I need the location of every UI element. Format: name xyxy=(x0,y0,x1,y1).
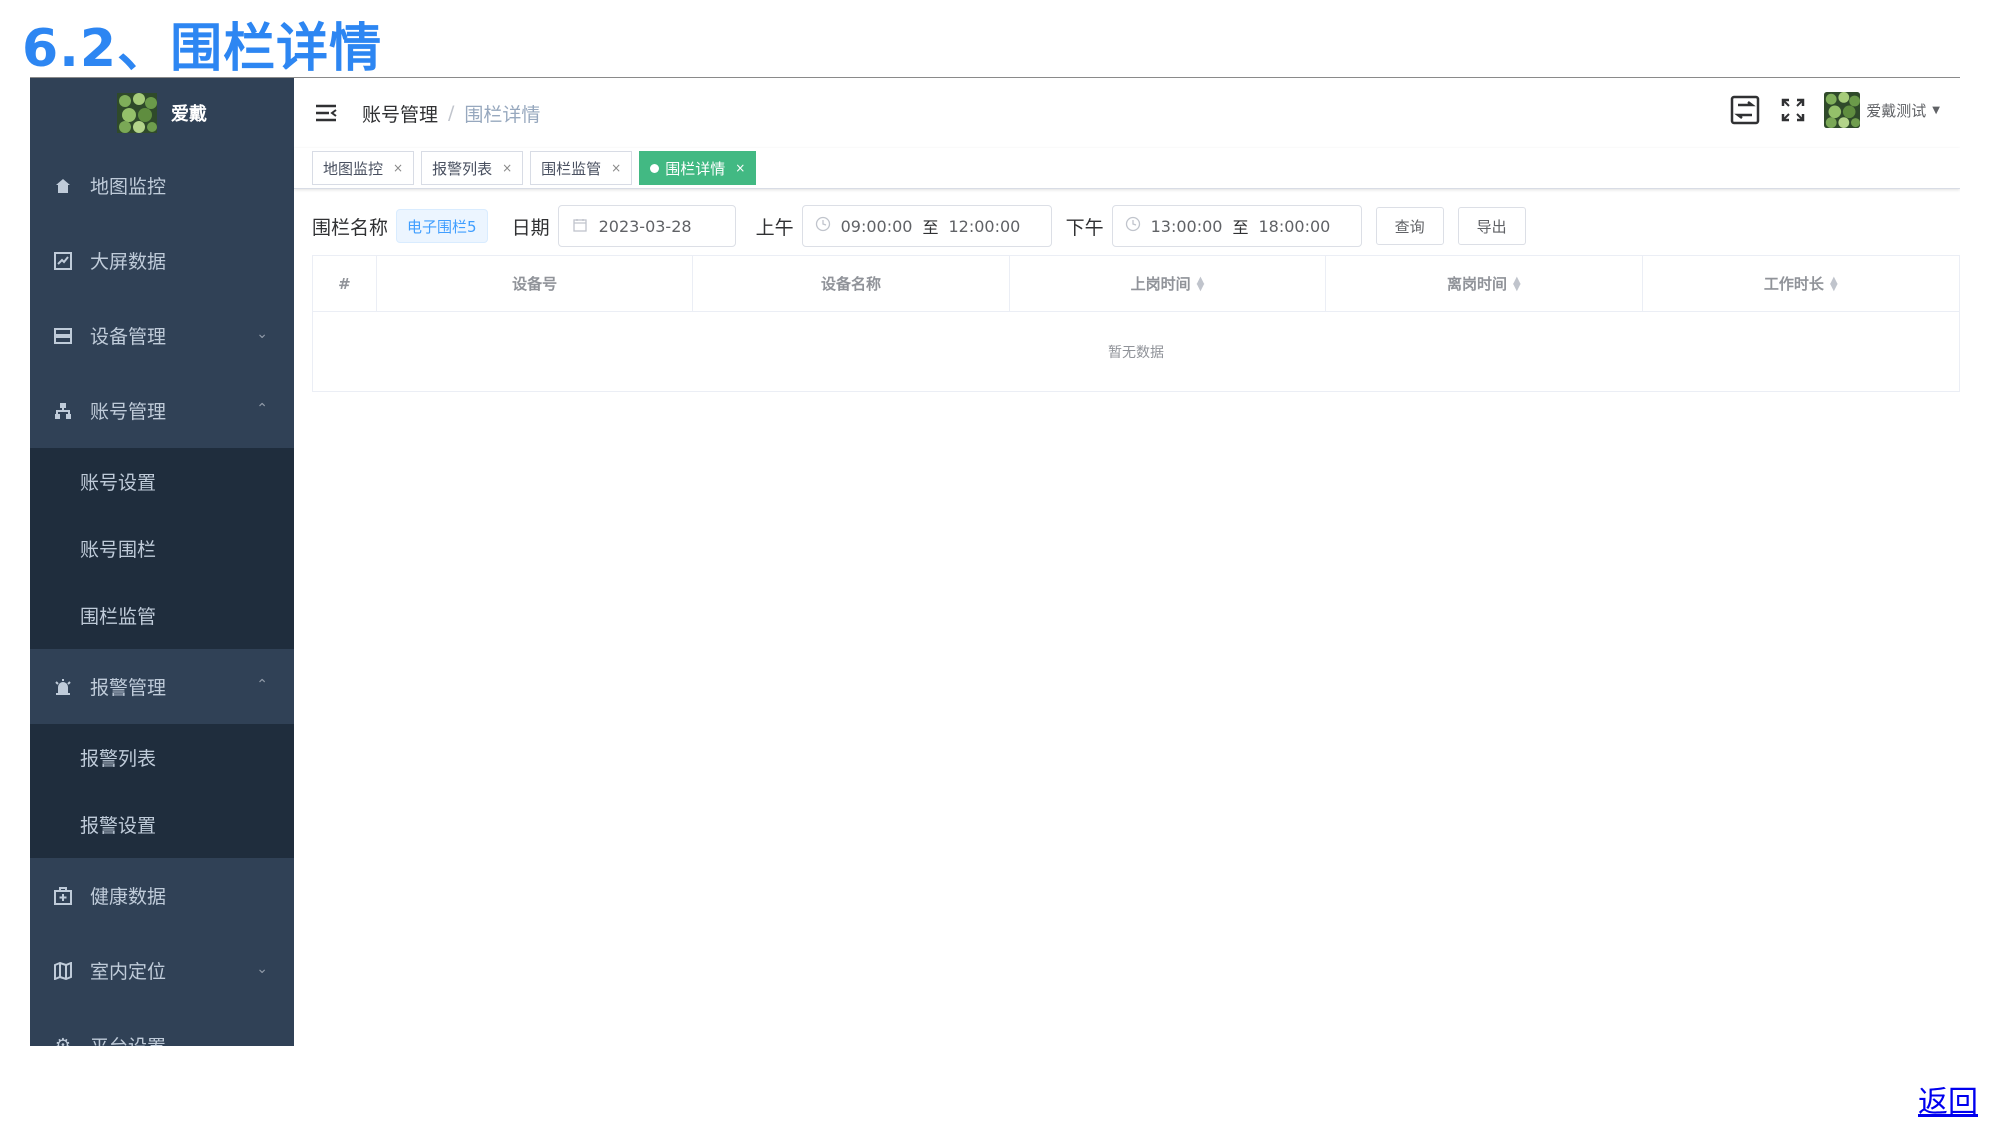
sidebar-item-label: 地图监控 xyxy=(90,176,167,198)
close-icon[interactable]: × xyxy=(502,161,512,175)
date-value: 2023-03-28 xyxy=(598,216,692,236)
fullscreen-icon[interactable] xyxy=(1776,93,1810,127)
map-icon xyxy=(52,960,74,982)
hamburger-icon[interactable] xyxy=(312,99,340,127)
avatar[interactable] xyxy=(1824,92,1861,128)
sidebar-item-label: 室内定位 xyxy=(90,961,167,983)
sidebar-item-alarm-settings[interactable]: 报警设置 xyxy=(30,791,294,858)
tree-icon xyxy=(52,400,74,422)
sidebar-item-dashboard[interactable]: 大屏数据 xyxy=(30,223,294,298)
table-header: # 设备号 设备名称 上岗时间 ▲ ▼ 离岗时间 ▲ ▼ 工作时长 ▲ ▼ xyxy=(313,256,1959,312)
fence-name-tag: 电子围栏5 xyxy=(396,209,488,243)
user-name[interactable]: 爱戴测试 xyxy=(1866,100,1926,121)
range-separator: 至 xyxy=(1232,218,1249,237)
chevron-up-icon: ⌃ xyxy=(256,677,268,693)
sort-icon[interactable]: ▲ ▼ xyxy=(1197,275,1205,292)
sidebar-item-alarm-list[interactable]: 报警列表 xyxy=(30,724,294,791)
tag-fence-supervision[interactable]: 围栏监管 × xyxy=(530,151,633,185)
sidebar-item-account-settings[interactable]: 账号设置 xyxy=(30,448,294,515)
sidebar-item-indoor-location[interactable]: 室内定位 ⌄ xyxy=(30,933,294,1008)
sidebar-item-fence-supervision[interactable]: 围栏监管 xyxy=(30,582,294,649)
home-icon xyxy=(52,175,74,197)
close-icon[interactable]: × xyxy=(735,161,745,175)
layout-switch-icon[interactable] xyxy=(1728,93,1762,127)
sidebar-item-label: 设备管理 xyxy=(90,326,167,348)
sidebar-item-label: 健康数据 xyxy=(90,886,167,908)
tag-fence-detail[interactable]: 围栏详情 × xyxy=(639,151,757,185)
logo-image-icon xyxy=(117,93,157,133)
column-header-device-name: 设备名称 xyxy=(693,256,1010,311)
navbar-right-menu: 爱戴测试 ▼ xyxy=(1714,92,1940,128)
column-header-device-id: 设备号 xyxy=(377,256,694,311)
pm-label: 下午 xyxy=(1065,216,1104,239)
filter-form: 围栏名称 电子围栏5 日期 2023-03-28 上午 09:00:00 至 1… xyxy=(294,196,1960,256)
am-time-range-picker[interactable]: 09:00:00 至 12:00:00 xyxy=(801,205,1052,247)
tag-alarm-list[interactable]: 报警列表 × xyxy=(421,151,524,185)
sidebar-item-device-mgmt[interactable]: 设备管理 ⌄ xyxy=(30,298,294,373)
breadcrumb: 账号管理 / 围栏详情 xyxy=(362,100,540,127)
chevron-up-icon: ⌃ xyxy=(256,401,268,417)
fence-name-label: 围栏名称 xyxy=(312,216,389,239)
pm-end-time: 18:00:00 xyxy=(1258,216,1331,236)
document-title: 6.2、围栏详情 xyxy=(22,19,383,79)
column-header-index: # xyxy=(313,256,377,311)
am-label: 上午 xyxy=(755,216,794,239)
am-end-time: 12:00:00 xyxy=(948,216,1021,236)
tags-view: 地图监控 × 报警列表 × 围栏监管 × 围栏详情 × xyxy=(294,148,1960,189)
sidebar-item-label: 报警管理 xyxy=(90,677,167,699)
sidebar-item-platform-settings[interactable]: ⚙ 平台设置 xyxy=(30,1008,294,1046)
chart-icon xyxy=(52,250,74,272)
sidebar-item-account-fence[interactable]: 账号围栏 xyxy=(30,515,294,582)
column-header-on-duty-time[interactable]: 上岗时间 ▲ ▼ xyxy=(1010,256,1327,311)
sidebar-item-alarm-mgmt[interactable]: 报警管理 ⌃ xyxy=(30,649,294,724)
query-button[interactable]: 查询 xyxy=(1375,207,1444,245)
chevron-down-icon: ⌄ xyxy=(256,961,268,977)
fence-detail-table: # 设备号 设备名称 上岗时间 ▲ ▼ 离岗时间 ▲ ▼ 工作时长 ▲ ▼ 暂无数据 xyxy=(312,255,1960,392)
account-submenu: 账号设置 账号围栏 围栏监管 xyxy=(30,448,294,649)
main-area: 账号管理 / 围栏详情 爱戴测试 ▼ 地图监控 × 报警列表 × 围栏监管 × … xyxy=(294,78,1960,1046)
calendar-icon xyxy=(572,217,587,236)
navbar: 账号管理 / 围栏详情 爱戴测试 ▼ xyxy=(294,78,1960,148)
sort-icon[interactable]: ▲ ▼ xyxy=(1513,275,1521,292)
medical-icon xyxy=(52,885,74,907)
am-start-time: 09:00:00 xyxy=(840,216,913,236)
app-screenshot: 爱戴 地图监控 大屏数据 设备管理 ⌄ 账号管理 ⌃ 账号设置 账号围栏 围栏监… xyxy=(30,77,1960,1046)
pm-start-time: 13:00:00 xyxy=(1150,216,1223,236)
sidebar-item-label: 账号管理 xyxy=(90,401,167,423)
date-picker[interactable]: 2023-03-28 xyxy=(557,205,736,247)
breadcrumb-current: 围栏详情 xyxy=(464,103,541,126)
sidebar-item-label: 大屏数据 xyxy=(90,251,167,273)
breadcrumb-item[interactable]: 账号管理 xyxy=(362,100,438,127)
chevron-down-icon: ⌄ xyxy=(256,326,268,342)
breadcrumb-separator: / xyxy=(448,102,455,124)
server-icon xyxy=(52,325,74,347)
close-icon[interactable]: × xyxy=(611,161,621,175)
pm-time-range-picker[interactable]: 13:00:00 至 18:00:00 xyxy=(1111,205,1362,247)
active-dot-icon xyxy=(650,163,660,173)
alarm-icon xyxy=(52,676,74,698)
date-label: 日期 xyxy=(511,216,550,239)
back-link[interactable]: 返回 xyxy=(1918,1077,1978,1121)
sidebar-item-health-data[interactable]: 健康数据 xyxy=(30,858,294,933)
sort-icon[interactable]: ▲ ▼ xyxy=(1830,275,1838,292)
table-empty-text: 暂无数据 xyxy=(1108,344,1164,361)
caret-down-icon[interactable]: ▼ xyxy=(1932,105,1940,116)
sidebar-item-map-monitor[interactable]: 地图监控 xyxy=(30,148,294,223)
tag-map-monitor[interactable]: 地图监控 × xyxy=(312,151,415,185)
gear-icon: ⚙ xyxy=(54,1035,72,1046)
sidebar-item-label: 平台设置 xyxy=(90,1032,166,1046)
column-header-work-duration[interactable]: 工作时长 ▲ ▼ xyxy=(1643,256,1959,311)
column-header-off-duty-time[interactable]: 离岗时间 ▲ ▼ xyxy=(1326,256,1643,311)
export-button[interactable]: 导出 xyxy=(1457,207,1526,245)
range-separator: 至 xyxy=(922,218,939,237)
clock-icon xyxy=(1125,216,1141,236)
sidebar-logo[interactable]: 爱戴 xyxy=(30,78,294,148)
alarm-submenu: 报警列表 报警设置 xyxy=(30,724,294,858)
sidebar: 爱戴 地图监控 大屏数据 设备管理 ⌄ 账号管理 ⌃ 账号设置 账号围栏 围栏监… xyxy=(30,78,294,1046)
logo-text: 爱戴 xyxy=(171,104,207,125)
sidebar-item-account-mgmt[interactable]: 账号管理 ⌃ xyxy=(30,373,294,448)
clock-icon xyxy=(815,216,831,236)
close-icon[interactable]: × xyxy=(393,161,403,175)
